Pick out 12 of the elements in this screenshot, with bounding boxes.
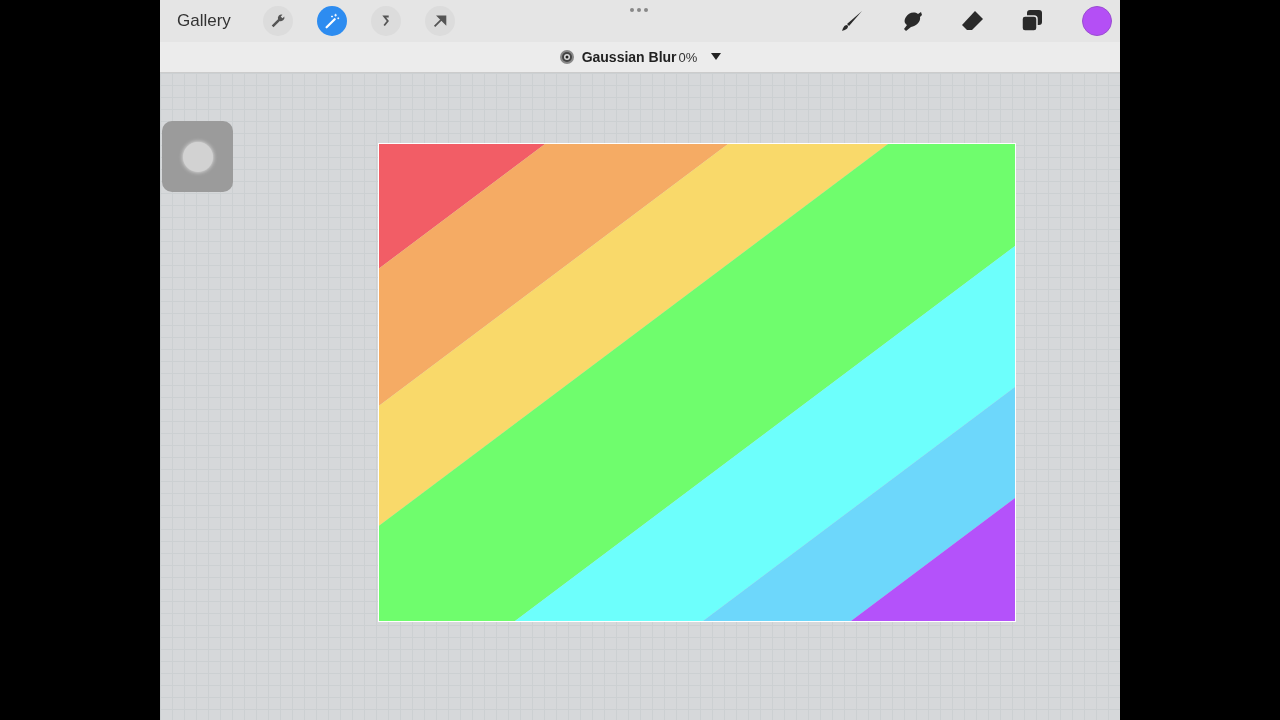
adjustment-value: 0% [678, 49, 698, 65]
gallery-link[interactable]: Gallery [177, 11, 231, 31]
caret-icon[interactable] [711, 53, 722, 61]
selection-tool-button[interactable] [370, 6, 401, 36]
magic-wand-icon [322, 12, 341, 30]
color-swatch[interactable] [1082, 6, 1112, 36]
transform-tool-button[interactable] [424, 6, 455, 36]
wrench-tool-button[interactable] [262, 6, 293, 36]
wand-tool-button[interactable] [316, 6, 347, 36]
target-rings-icon [558, 49, 575, 65]
adjustment-name: Gaussian Blur [581, 49, 677, 65]
more-dots-icon[interactable] [630, 8, 648, 12]
